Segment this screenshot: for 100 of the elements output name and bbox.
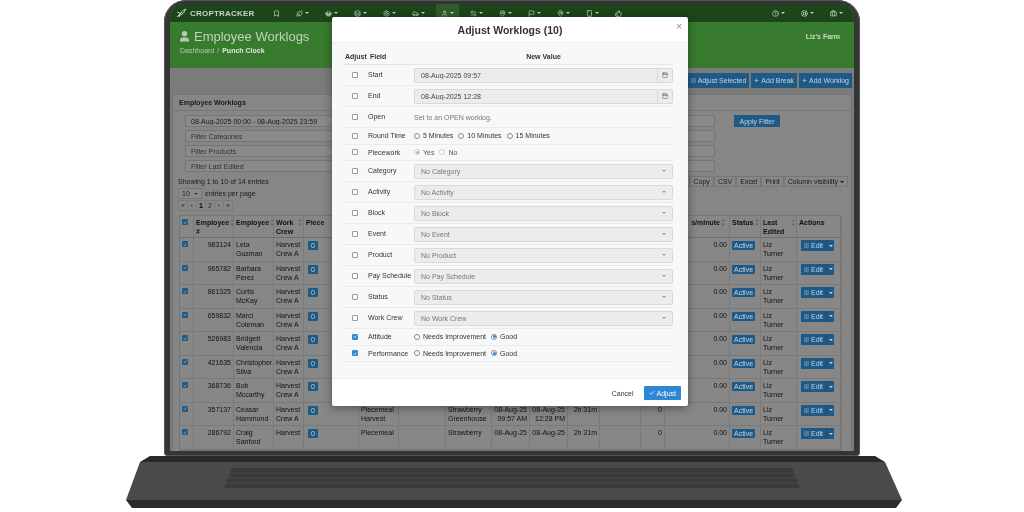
- logo-icon: [176, 8, 187, 18]
- checkbox[interactable]: [352, 333, 358, 340]
- caret-icon: [566, 12, 571, 14]
- dropdown-button[interactable]: [826, 381, 835, 392]
- checkbox[interactable]: [182, 382, 188, 388]
- edit-icon: [804, 290, 809, 295]
- edit-icon: [804, 337, 809, 342]
- plus-icon: [802, 78, 808, 83]
- radio-button[interactable]: [414, 333, 420, 340]
- checkbox[interactable]: [352, 350, 358, 357]
- briefcase-icon: [830, 9, 837, 17]
- caret-icon: [194, 192, 198, 195]
- caret-icon: [334, 12, 339, 14]
- checkbox[interactable]: [352, 189, 358, 195]
- checkbox[interactable]: [352, 315, 358, 321]
- caret-icon: [508, 12, 513, 14]
- caret-icon: [828, 409, 833, 411]
- checkbox[interactable]: [182, 335, 188, 341]
- dropdown-button[interactable]: [826, 287, 835, 298]
- radio-button[interactable]: [414, 350, 420, 357]
- page-title: Employee Worklogs: [194, 29, 310, 44]
- caret-icon: [828, 315, 833, 317]
- calendar-icon: [662, 93, 668, 99]
- calendar-button[interactable]: [657, 88, 673, 104]
- lifebuoy-icon: [801, 9, 808, 17]
- checkbox[interactable]: [352, 114, 358, 120]
- checkbox[interactable]: [182, 288, 188, 294]
- caret-icon: [662, 212, 666, 214]
- dropdown-button[interactable]: [826, 428, 835, 439]
- brand-name: CROPTRACKER: [190, 8, 255, 18]
- checkbox[interactable]: [352, 273, 358, 279]
- close-button[interactable]: ×: [676, 22, 682, 32]
- caret-icon: [450, 12, 455, 14]
- edit-icon: [804, 407, 809, 413]
- caret-icon: [828, 244, 833, 247]
- sort-icon: [270, 219, 275, 226]
- caret-icon: [421, 12, 426, 14]
- caret-icon: [595, 12, 600, 14]
- caret-icon: [662, 191, 666, 193]
- radio-button[interactable]: [458, 132, 465, 139]
- caret-icon: [662, 317, 666, 319]
- calendar-button[interactable]: [657, 67, 673, 83]
- radio-button[interactable]: [491, 350, 498, 357]
- dropdown-button[interactable]: [826, 263, 835, 275]
- caret-icon: [363, 12, 368, 14]
- checkbox[interactable]: [352, 93, 358, 99]
- caret-icon: [305, 12, 310, 14]
- dropdown-button[interactable]: [826, 240, 835, 251]
- caret-icon: [828, 291, 833, 294]
- person-icon: [178, 30, 191, 43]
- radio-button[interactable]: [506, 132, 513, 139]
- dropdown-button[interactable]: [826, 334, 835, 345]
- checkbox[interactable]: [182, 429, 188, 435]
- flag-icon: [528, 9, 536, 17]
- checkbox[interactable]: [182, 264, 188, 271]
- caret-icon: [537, 12, 542, 14]
- caret-icon: [828, 362, 833, 364]
- dropdown-button[interactable]: [826, 357, 835, 369]
- caret-icon: [479, 12, 484, 14]
- radio-button[interactable]: [414, 132, 420, 139]
- layers-icon: [354, 9, 362, 17]
- edit-icon: [804, 266, 809, 272]
- radio-button[interactable]: [491, 333, 498, 340]
- dropdown-button[interactable]: [826, 404, 835, 416]
- checkbox[interactable]: [182, 241, 188, 247]
- checkbox[interactable]: [352, 132, 358, 139]
- checkbox[interactable]: [352, 231, 358, 237]
- basket-icon: [325, 9, 333, 17]
- car-icon: [412, 9, 420, 17]
- help-icon: [772, 9, 779, 17]
- caret-icon: [662, 233, 666, 235]
- checkbox[interactable]: [182, 311, 188, 318]
- checkbox[interactable]: [182, 219, 188, 225]
- arrows-icon: [470, 9, 478, 17]
- caret-icon: [810, 12, 814, 14]
- checkbox[interactable]: [352, 210, 358, 216]
- checkbox[interactable]: [352, 72, 358, 78]
- caret-icon: [828, 268, 833, 270]
- checkbox[interactable]: [352, 168, 358, 174]
- sort-icon: [230, 219, 235, 226]
- caret-icon: [662, 296, 666, 298]
- caret-icon: [828, 338, 833, 341]
- pin-icon: [499, 9, 507, 17]
- checkbox[interactable]: [352, 252, 358, 258]
- edit-icon: [804, 431, 809, 436]
- checkbox[interactable]: [352, 294, 358, 300]
- caret-icon: [828, 432, 833, 435]
- bookmark-icon: [273, 9, 281, 17]
- caret-icon: [662, 275, 666, 277]
- person-icon: [441, 9, 449, 17]
- pin-icon: [557, 9, 565, 17]
- caret-icon: [840, 180, 844, 183]
- edit-icon: [804, 243, 809, 248]
- checkbox[interactable]: [182, 358, 188, 365]
- dropdown-button[interactable]: [826, 310, 835, 322]
- caret-icon: [828, 385, 833, 388]
- dialog-title: Adjust Worklogs (10): [457, 23, 563, 36]
- edit-icon: [690, 78, 696, 83]
- caret-icon: [392, 12, 397, 14]
- checkbox[interactable]: [182, 405, 188, 412]
